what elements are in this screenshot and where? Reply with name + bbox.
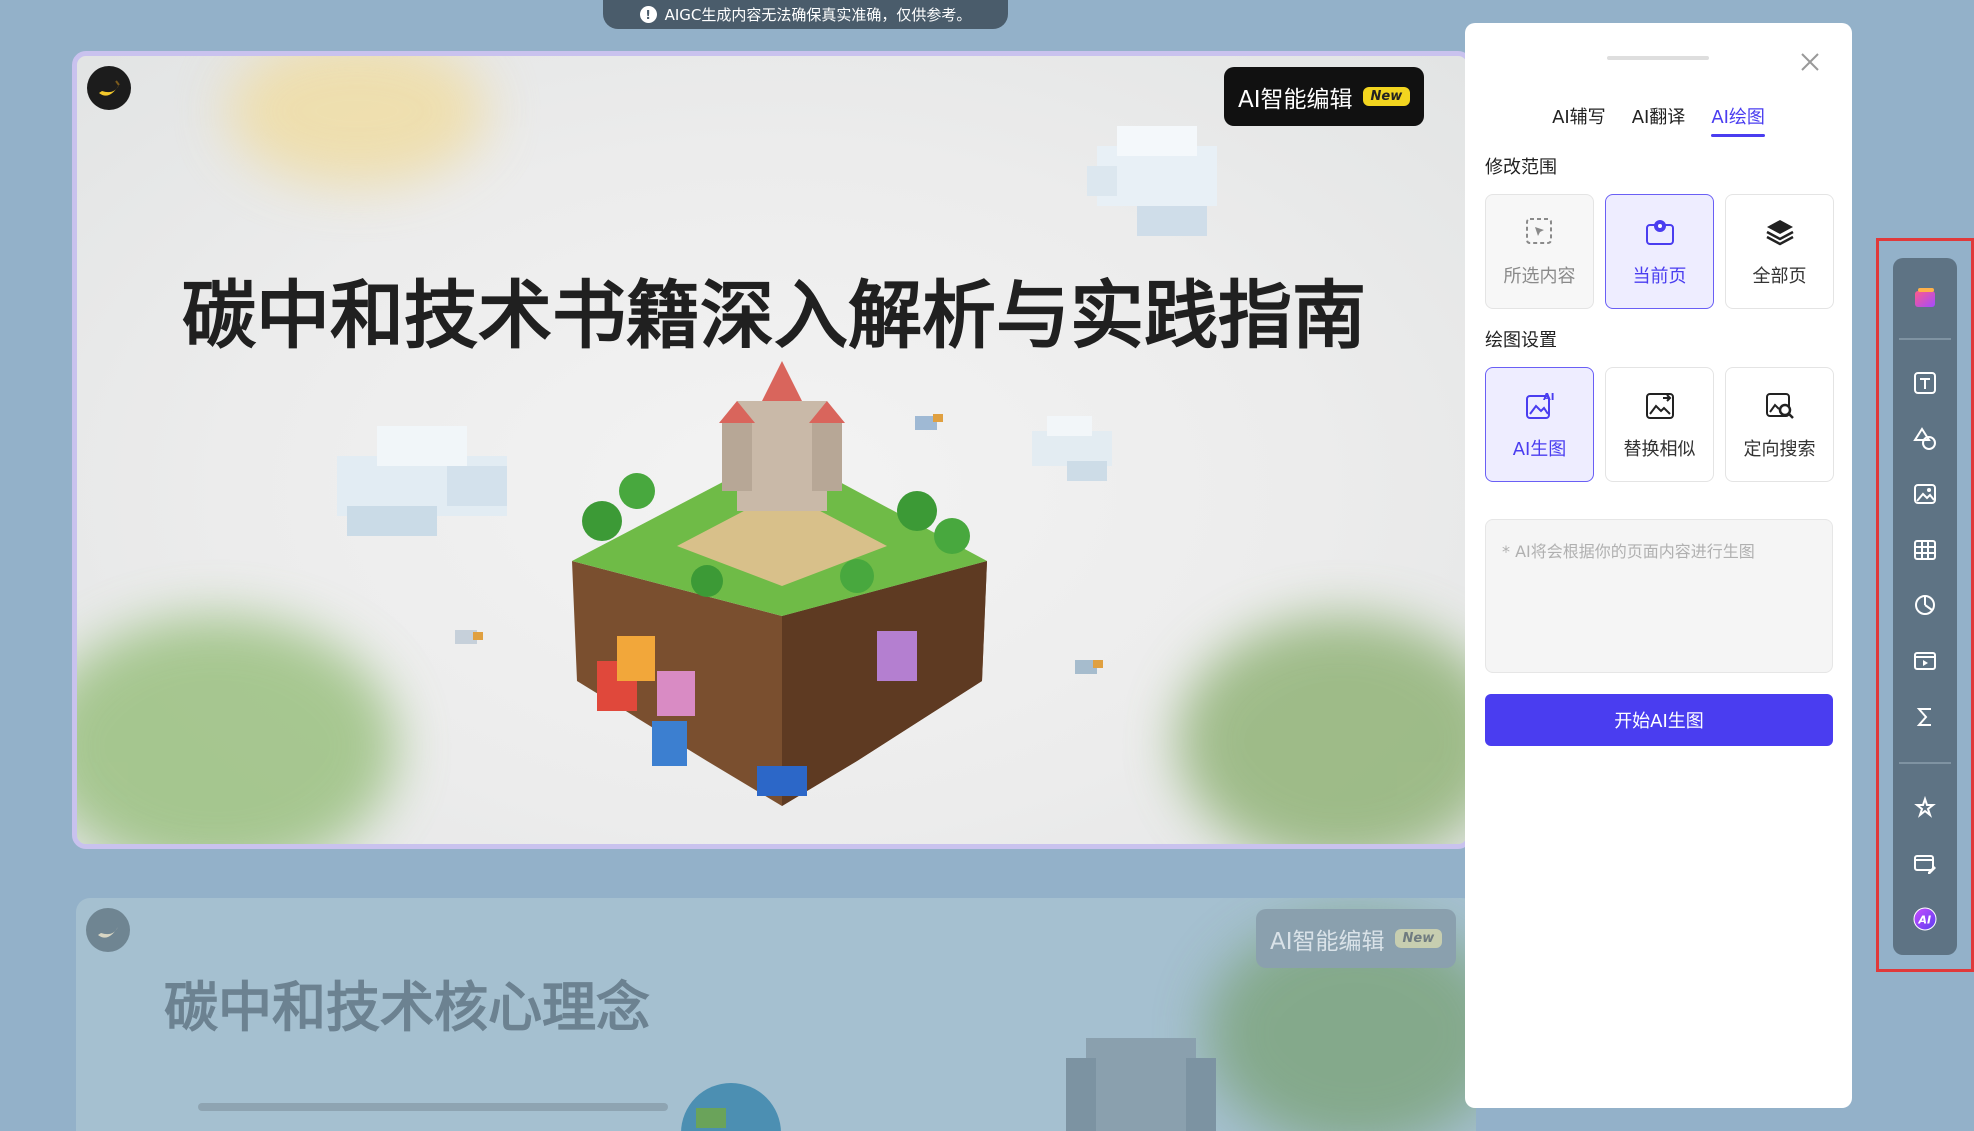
tab-ai-draw[interactable]: AI绘图 [1711, 103, 1765, 137]
pixel-cloud-icon [337, 426, 507, 536]
formula-icon [1916, 707, 1931, 726]
toolbar-template-button[interactable] [1905, 278, 1945, 318]
logo-avatar [87, 66, 131, 110]
svg-text:AI: AI [1543, 392, 1554, 403]
draw-options: AI AI生图 替换相似 定向搜索 [1485, 367, 1834, 482]
toolbar-card-edit-button[interactable] [1905, 844, 1945, 884]
scope-current-page[interactable]: 当前页 [1605, 194, 1714, 309]
ai-smart-edit-badge[interactable]: AI智能编辑 New [1256, 909, 1457, 968]
ai-smart-edit-label: AI智能编辑 [1270, 928, 1385, 955]
toolbar-chart-button[interactable] [1905, 586, 1945, 626]
ai-smart-edit-label: AI智能编辑 [1238, 86, 1353, 113]
toolbar-formula-button[interactable] [1905, 697, 1945, 737]
scope-all-pages[interactable]: 全部页 [1725, 194, 1834, 309]
banana-logo-icon [98, 927, 118, 938]
draw-settings-label: 绘图设置 [1485, 330, 1557, 351]
bg-sun-blur [227, 56, 487, 186]
scope-current-page-label: 当前页 [1632, 265, 1687, 287]
shapes-icon [1913, 426, 1936, 450]
draw-ai-generate[interactable]: AI AI生图 [1485, 367, 1594, 482]
draw-ai-generate-label: AI生图 [1512, 438, 1567, 460]
pixel-bird-icon [1075, 660, 1103, 674]
notice-text: AIGC生成内容无法确保真实准确，仅供参考。 [664, 6, 972, 24]
scope-selected-content[interactable]: 所选内容 [1485, 194, 1594, 309]
draw-targeted-search-label: 定向搜索 [1743, 438, 1816, 460]
castle-illustration [1066, 1038, 1216, 1131]
aigc-notice: ! AIGC生成内容无法确保真实准确，仅供参考。 [603, 0, 1008, 29]
table-icon [1914, 539, 1936, 560]
floating-island-illustration [572, 361, 987, 806]
toolbar-image-button[interactable] [1905, 475, 1945, 515]
ai-image-icon: AI [1525, 392, 1554, 419]
pixel-cloud-icon [1032, 416, 1112, 481]
layers-icon [1765, 219, 1794, 245]
scope-selected-content-label: 所选内容 [1503, 265, 1576, 287]
prompt-input[interactable]: * AI将会根据你的页面内容进行生图 [1485, 519, 1833, 673]
draw-replace-similar[interactable]: 替换相似 [1605, 367, 1714, 482]
toolbar-ai-button[interactable]: AI [1905, 899, 1945, 939]
scope-options: 所选内容 当前页 全部页 [1485, 194, 1834, 309]
image-icon [1914, 484, 1936, 505]
scope-label: 修改范围 [1485, 157, 1557, 178]
progress-line [198, 1103, 668, 1111]
pixel-bird-icon [455, 630, 483, 644]
slide-2[interactable]: AI智能编辑 New 碳中和技术核心理念 [76, 898, 1476, 1131]
toolbar-divider [1899, 762, 1951, 765]
slide-1[interactable]: AI智能编辑 New 碳中和技术书籍深入解析与实践指南 [72, 51, 1472, 849]
text-icon [1914, 372, 1936, 395]
slide-title: 碳中和技术书籍深入解析与实践指南 [182, 273, 1366, 359]
right-toolbar: AI [1893, 258, 1957, 955]
drag-handle[interactable] [1607, 56, 1709, 60]
new-tag: New [1394, 929, 1443, 948]
bg-island-blur-right [1177, 616, 1467, 844]
tab-ai-write[interactable]: AI辅写 [1552, 103, 1606, 137]
close-icon[interactable] [1798, 50, 1822, 74]
pixel-cloud-icon [1087, 126, 1217, 236]
magic-icon [1914, 795, 1936, 819]
replace-image-icon [1645, 392, 1674, 419]
bg-island-blur-left [77, 616, 397, 844]
new-tag: New [1362, 87, 1411, 106]
image-search-icon [1765, 392, 1794, 419]
slide-title: 碳中和技术核心理念 [164, 976, 650, 1039]
toolbar-shapes-button[interactable] [1905, 419, 1945, 459]
svg-text:AI: AI [1918, 914, 1932, 927]
card-edit-icon [1914, 854, 1936, 874]
info-icon: ! [639, 6, 657, 23]
toolbar-media-button[interactable] [1905, 641, 1945, 681]
start-ai-generate-button[interactable]: 开始AI生图 [1485, 694, 1833, 746]
draw-targeted-search[interactable]: 定向搜索 [1725, 367, 1834, 482]
media-icon [1914, 652, 1936, 671]
ai-icon: AI [1913, 907, 1937, 931]
logo-avatar [86, 908, 130, 952]
template-icon [1915, 287, 1935, 307]
cursor-select-icon [1525, 217, 1552, 244]
toolbar-table-button[interactable] [1905, 530, 1945, 570]
panel-tabs: AI辅写 AI翻译 AI绘图 [1465, 103, 1852, 137]
toolbar-divider [1899, 337, 1951, 340]
ai-smart-edit-badge[interactable]: AI智能编辑 New [1224, 67, 1425, 126]
banana-logo-icon [99, 80, 120, 96]
globe-illustration [681, 1083, 781, 1131]
toolbar-text-button[interactable] [1905, 364, 1945, 404]
tab-ai-translate[interactable]: AI翻译 [1632, 103, 1686, 137]
chart-icon [1915, 595, 1935, 616]
draw-replace-similar-label: 替换相似 [1623, 438, 1696, 460]
scope-all-pages-label: 全部页 [1752, 265, 1807, 287]
toolbar-magic-button[interactable] [1905, 788, 1945, 828]
ai-panel: AI辅写 AI翻译 AI绘图 修改范围 所选内容 当前页 全部页 绘图设置 AI… [1465, 23, 1852, 1108]
current-page-icon [1645, 219, 1674, 245]
